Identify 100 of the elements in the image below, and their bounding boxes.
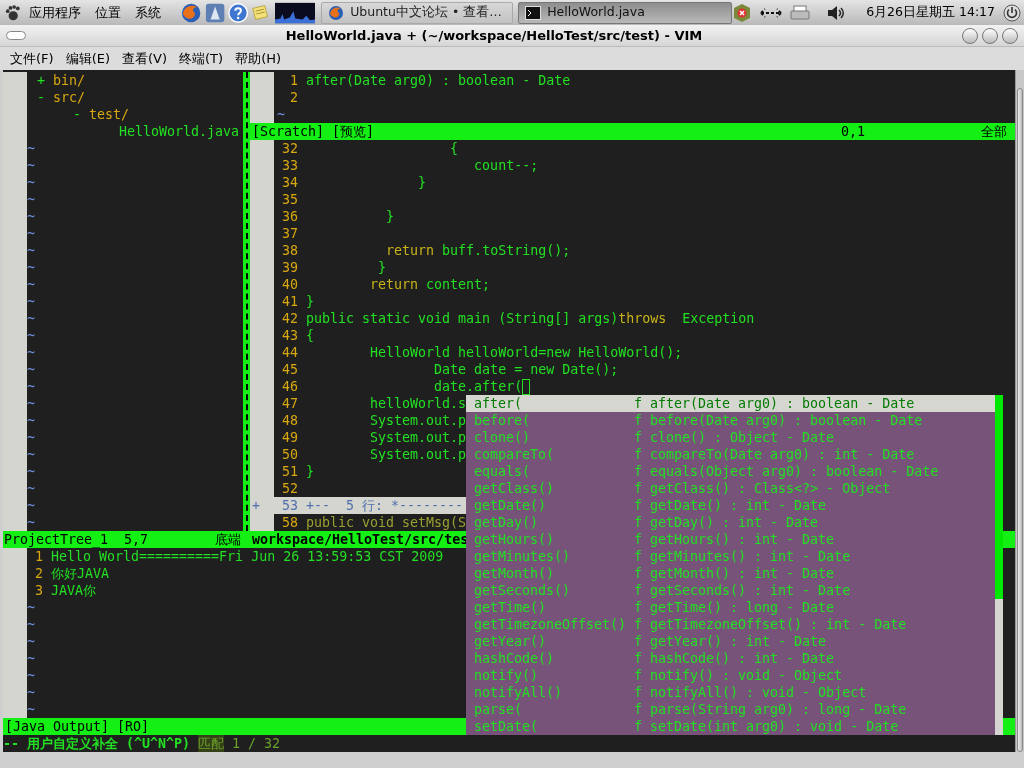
completion-item[interactable]: notify() f notify() : void - Object xyxy=(466,667,995,684)
kind-label: f xyxy=(634,514,643,531)
panel-menu[interactable]: 应用程序 xyxy=(28,2,81,23)
menu-item[interactable]: 编辑(E) xyxy=(59,48,116,69)
empty-line-marker: ~ xyxy=(27,311,35,326)
completion-item[interactable]: getDay() f getDay() : int - Date xyxy=(466,514,995,531)
kind-label: f xyxy=(634,395,643,412)
help-icon[interactable] xyxy=(228,1,249,24)
tree-item[interactable]: src/ xyxy=(53,90,86,105)
tree-toggle[interactable]: + xyxy=(37,73,45,88)
completion-item[interactable]: getClass() f getClass() : Class<?> - Object xyxy=(466,480,995,497)
empty-line-marker: ~ xyxy=(27,379,35,394)
completion-word: getDate() xyxy=(474,497,548,514)
menu-item[interactable]: 终端(T) xyxy=(173,48,230,69)
completion-item[interactable]: getMinutes() f getMinutes() : int - Date xyxy=(466,548,995,565)
completion-item[interactable]: getTimezoneOffset() f getTimezoneOffset() : int - Date xyxy=(466,616,995,633)
line-number: 35 xyxy=(281,191,299,208)
line-number: 42 xyxy=(281,310,299,327)
match-label: 匹配 xyxy=(198,735,225,752)
completion-signature: notifyAll() : void - Object xyxy=(650,684,867,701)
completion-item[interactable]: getTime() f getTime() : long - Date xyxy=(466,599,995,616)
code-line: return buff.toString(); xyxy=(385,242,571,259)
tree-item[interactable]: test/ xyxy=(89,107,130,122)
completion-item[interactable]: parse( f parse(String arg0) : long - Date xyxy=(466,701,995,718)
volume-icon[interactable] xyxy=(826,3,847,22)
scrollbar-thumb[interactable] xyxy=(995,395,1003,599)
empty-line-marker: ~ xyxy=(27,141,35,156)
scrollbar[interactable] xyxy=(1015,70,1024,752)
tree-toggle[interactable]: - xyxy=(37,90,45,105)
window-name: [Java Output] [RO] xyxy=(5,718,150,735)
empty-line-marker: ~ xyxy=(27,600,35,615)
kind-label: f xyxy=(634,480,643,497)
completion-word: getDay() xyxy=(474,514,540,531)
menu-item[interactable]: 文件(F) xyxy=(4,48,60,69)
line-number: 40 xyxy=(281,276,299,293)
completion-word: clone() xyxy=(474,429,532,446)
preview-text: after(Date arg0) : boolean - Date xyxy=(306,72,571,89)
maximize-button[interactable] xyxy=(982,27,998,44)
taskbar-button[interactable]: Ubuntu中文论坛 • 查看… xyxy=(321,1,514,24)
line-number: 44 xyxy=(281,344,299,361)
mode-message: -- 用户自定义补全 (^U^N^P) xyxy=(3,735,191,752)
match-count: 1 / 32 xyxy=(232,735,281,752)
kind-label: f xyxy=(634,446,643,463)
system-monitor-icon[interactable] xyxy=(274,1,316,24)
completion-word: notify() xyxy=(474,667,540,684)
code-line: System.out.p xyxy=(369,412,467,429)
completion-item[interactable]: before( f before(Date arg0) : boolean - Date xyxy=(466,412,995,429)
panel-menu[interactable]: 位置 xyxy=(94,2,121,23)
scroll-position: 底端 xyxy=(215,531,241,548)
completion-item[interactable]: equals( f equals(Object arg0) : boolean - Date xyxy=(466,463,995,480)
printer-icon[interactable] xyxy=(790,4,811,21)
window-separator[interactable] xyxy=(243,72,250,548)
tree-item[interactable]: bin/ xyxy=(53,73,86,88)
panel-menu[interactable]: 系统 xyxy=(134,2,161,23)
completion-item[interactable]: getYear() f getYear() : int - Date xyxy=(466,633,995,650)
completion-item[interactable]: notifyAll() f notifyAll() : void - Object xyxy=(466,684,995,701)
completion-item[interactable]: getMonth() f getMonth() : int - Date xyxy=(466,565,995,582)
completion-item[interactable]: clone() f clone() : Object - Date xyxy=(466,429,995,446)
foot-icon[interactable] xyxy=(4,3,21,22)
popup-scrollbar[interactable] xyxy=(995,395,1003,735)
code-line: } xyxy=(385,208,395,225)
menu-item[interactable]: 帮助(H) xyxy=(229,48,288,69)
package-alert-icon[interactable] xyxy=(732,2,753,23)
scrollbar-thumb[interactable] xyxy=(1017,88,1023,752)
completion-item[interactable]: after( f after(Date arg0) : boolean - Date xyxy=(466,395,995,412)
completion-item[interactable]: getHours() f getHours() : int - Date xyxy=(466,531,995,548)
completion-signature: parse(String arg0) : long - Date xyxy=(650,701,907,718)
completion-word: hashCode() xyxy=(474,650,556,667)
completion-item[interactable]: compareTo( f compareTo(Date arg0) : int - Date xyxy=(466,446,995,463)
completion-signature: getTimezoneOffset() : int - Date xyxy=(650,616,907,633)
menu-item[interactable]: 查看(V) xyxy=(116,48,174,69)
browser-icon[interactable] xyxy=(180,1,201,24)
completion-signature: notify() : void - Object xyxy=(650,667,843,684)
window-menu-button[interactable] xyxy=(6,31,26,40)
empty-line-marker: ~ xyxy=(27,651,35,666)
drawing-app-icon[interactable] xyxy=(204,1,226,24)
fold-sign[interactable]: + xyxy=(252,497,260,514)
line-number: 58 xyxy=(281,514,299,531)
clock[interactable]: 6月26日星期五 14:17 xyxy=(866,3,995,22)
completion-item[interactable]: getDate() f getDate() : int - Date xyxy=(466,497,995,514)
completion-word: before( xyxy=(474,412,532,429)
completion-signature: setDate(int arg0) : void - Date xyxy=(650,718,899,735)
code-line: { xyxy=(306,327,314,344)
network-arrows-icon[interactable] xyxy=(760,6,783,19)
kind-label: f xyxy=(634,667,643,684)
tree-item[interactable]: HelloWorld.java xyxy=(119,124,240,139)
code-line: public static void main (String[] args)throws Exception xyxy=(306,310,755,327)
close-button[interactable] xyxy=(1002,27,1018,44)
minimize-button[interactable] xyxy=(962,27,978,44)
completion-item[interactable]: getSeconds() f getSeconds() : int - Date xyxy=(466,582,995,599)
empty-line-marker: ~ xyxy=(27,345,35,360)
completion-item[interactable]: setDate( f setDate(int arg0) : void - Date xyxy=(466,718,995,735)
empty-line-marker: ~ xyxy=(277,107,285,122)
taskbar-button[interactable]: HelloWorld.java xyxy=(518,1,733,24)
completion-signature: getDay() : int - Date xyxy=(650,514,819,531)
completion-signature: getClass() : Class<?> - Object xyxy=(650,480,891,497)
power-icon[interactable] xyxy=(1003,3,1021,22)
tree-toggle[interactable]: - xyxy=(73,107,81,122)
completion-word: getYear() xyxy=(474,633,548,650)
completion-item[interactable]: hashCode() f hashCode() : int - Date xyxy=(466,650,995,667)
